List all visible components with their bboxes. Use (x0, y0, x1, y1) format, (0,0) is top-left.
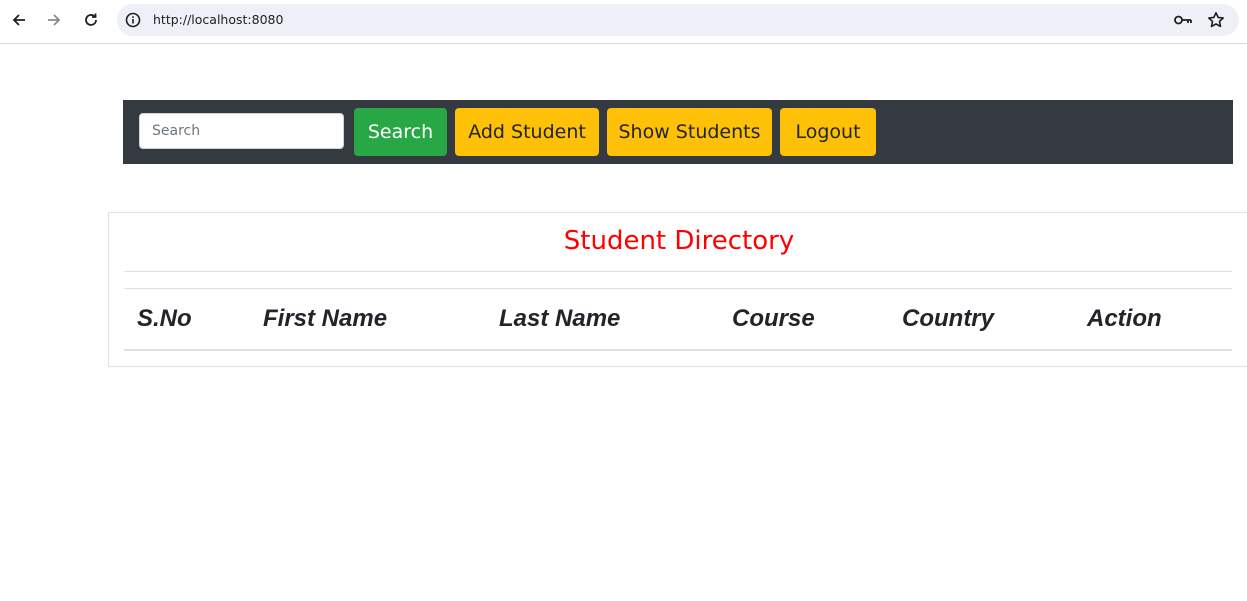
table-top-border (124, 288, 1232, 289)
reload-icon[interactable] (79, 8, 103, 32)
title-divider (124, 271, 1232, 272)
top-navbar: Search Add Student Show Students Logout (123, 100, 1233, 164)
column-header-sno: S.No (137, 305, 192, 332)
password-key-icon[interactable] (1173, 12, 1193, 28)
search-input[interactable] (139, 113, 344, 149)
back-arrow-icon[interactable] (7, 8, 31, 32)
page-title: Student Directory (563, 226, 795, 256)
search-button[interactable]: Search (354, 108, 447, 156)
bookmark-star-icon[interactable] (1207, 11, 1225, 29)
logout-button[interactable]: Logout (780, 108, 876, 156)
column-header-action: Action (1087, 305, 1162, 332)
forward-arrow-icon[interactable] (42, 8, 66, 32)
column-header-course: Course (732, 305, 815, 332)
address-bar[interactable]: http://localhost:8080 (117, 4, 1239, 36)
column-header-last-name: Last Name (499, 305, 621, 332)
add-student-button[interactable]: Add Student (455, 108, 599, 156)
url-text[interactable]: http://localhost:8080 (153, 12, 283, 28)
browser-toolbar: http://localhost:8080 (0, 0, 1247, 44)
student-directory-card: Student Directory S.No First Name Last N… (108, 212, 1247, 367)
column-header-country: Country (902, 305, 994, 332)
table-header-bottom-border (124, 349, 1232, 351)
column-header-first-name: First Name (263, 305, 388, 332)
info-icon[interactable] (125, 12, 141, 28)
show-students-button[interactable]: Show Students (607, 108, 772, 156)
